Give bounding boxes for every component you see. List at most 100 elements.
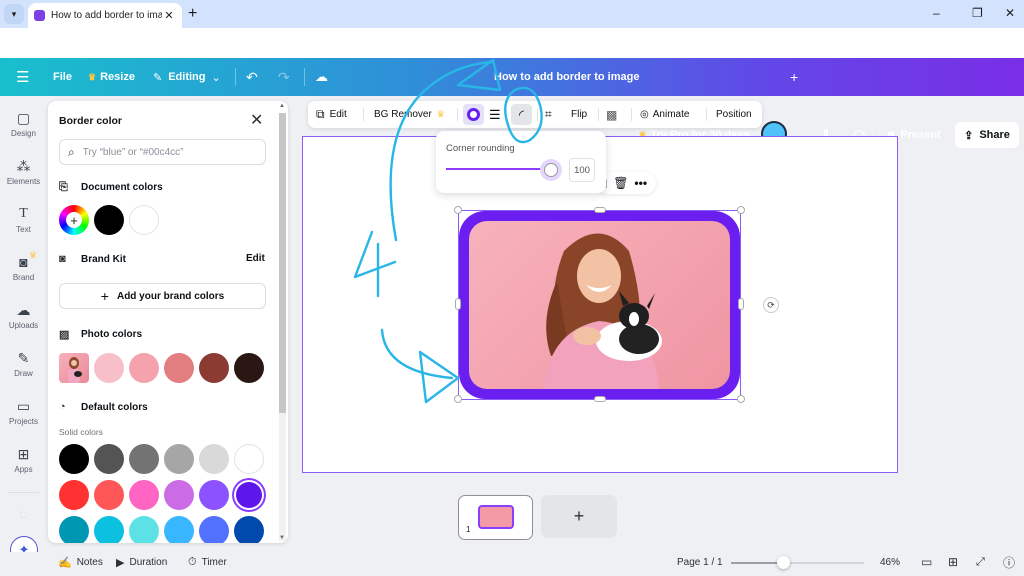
add-collaborator-icon[interactable]: +	[790, 58, 798, 96]
resize-handle-top[interactable]	[594, 207, 606, 213]
browser-tab[interactable]: How to add border to image - I ✕	[28, 3, 182, 28]
page-indicator[interactable]: Page 1 / 1	[677, 552, 723, 572]
color-search-input[interactable]: ⌕ Try “blue” or “#00c4cc”	[59, 139, 266, 165]
solid-color-swatch[interactable]	[199, 444, 229, 474]
chevron-down-icon: ⌄	[211, 71, 221, 84]
solid-color-swatch[interactable]	[164, 444, 194, 474]
bg-remover-button[interactable]: BG Remover ♛	[374, 101, 449, 128]
solid-color-swatch[interactable]	[234, 516, 264, 543]
close-window-icon[interactable]: ✕	[1005, 6, 1015, 20]
photo-color-swatch[interactable]	[94, 353, 124, 383]
document-title[interactable]: How to add border to image	[494, 58, 639, 96]
close-tab-icon[interactable]: ✕	[162, 9, 176, 22]
rotate-handle-icon[interactable]: ⟳	[763, 297, 779, 313]
fullscreen-icon[interactable]: ⤢	[976, 552, 985, 572]
redo-icon[interactable]: ↷	[278, 58, 290, 96]
solid-color-swatch[interactable]	[59, 516, 89, 543]
notes-button[interactable]: ✍ Notes	[58, 552, 103, 572]
new-tab-button[interactable]: +	[188, 5, 197, 23]
rail-item-elements[interactable]: ⁂ Elements	[0, 158, 47, 186]
scroll-up-icon[interactable]: ▲	[279, 103, 285, 109]
close-panel-icon[interactable]: ✕	[250, 110, 263, 130]
photo-color-swatch[interactable]	[164, 353, 194, 383]
brand-kit-edit-link[interactable]: Edit	[246, 253, 265, 264]
rail-item-projects[interactable]: ▭ Projects	[0, 398, 47, 426]
cloud-saved-icon[interactable]: ☁	[315, 58, 328, 96]
woman-with-dog-photo[interactable]	[469, 221, 730, 389]
editing-mode-dropdown[interactable]: ✎ Editing ⌄	[145, 58, 229, 96]
add-page-button[interactable]: +	[541, 495, 617, 538]
animate-button[interactable]: ◎ Animate	[640, 101, 689, 128]
main-menu-icon[interactable]: ☰	[16, 58, 29, 96]
rail-item-draw[interactable]: ✎ Draw	[0, 350, 47, 378]
solid-color-swatch[interactable]	[199, 516, 229, 543]
panel-scrollbar-thumb[interactable]	[279, 113, 286, 413]
solid-color-swatch[interactable]	[129, 444, 159, 474]
solid-color-swatch[interactable]	[59, 480, 89, 510]
border-color-button[interactable]	[463, 104, 484, 125]
brand-kit-heading: ◙ Brand Kit	[59, 253, 126, 265]
document-color-swatch[interactable]	[129, 205, 159, 235]
zoom-percentage[interactable]: 46%	[880, 552, 900, 572]
corner-rounding-button[interactable]: ◜	[511, 104, 532, 125]
zoom-slider-knob[interactable]	[777, 556, 790, 569]
rail-item-apps[interactable]: ⊞ Apps	[0, 446, 47, 474]
divider	[8, 492, 39, 493]
rail-item-design[interactable]: ▢ Design	[0, 110, 47, 138]
timer-button[interactable]: ⏱ Timer	[188, 552, 227, 572]
file-menu[interactable]: File	[45, 58, 80, 96]
more-options-icon[interactable]: •••	[634, 176, 647, 190]
help-icon[interactable]: ⓘ	[1003, 552, 1015, 572]
maximize-icon[interactable]: ❐	[972, 6, 983, 20]
delete-icon[interactable]: 🗑	[613, 176, 628, 190]
resize-handle-bottom-right[interactable]	[737, 395, 745, 403]
add-brand-colors-button[interactable]: + Add your brand colors	[59, 283, 266, 309]
photo-color-swatch[interactable]	[199, 353, 229, 383]
duration-button[interactable]: ▶ Duration	[116, 552, 167, 572]
page-thumbnail[interactable]: 1	[458, 495, 533, 540]
resize-handle-bottom-left[interactable]	[454, 395, 462, 403]
corner-rounding-slider-knob[interactable]	[544, 163, 558, 177]
solid-color-swatch[interactable]	[164, 516, 194, 543]
add-color-button[interactable]: +	[59, 205, 89, 235]
corner-rounding-value-input[interactable]: 100	[569, 158, 595, 182]
solid-color-swatch[interactable]	[129, 480, 159, 510]
border-style-button[interactable]: ☰	[489, 101, 501, 128]
rail-item-uploads[interactable]: ☁ Uploads	[0, 302, 47, 330]
rail-item-text[interactable]: T Text	[0, 206, 47, 234]
resize-handle-top-left[interactable]	[454, 206, 462, 214]
solid-color-swatch[interactable]	[94, 516, 124, 543]
solid-color-swatch[interactable]	[59, 444, 89, 474]
photo-color-swatch[interactable]	[234, 353, 264, 383]
rail-item-placeholder[interactable]: ◌	[0, 506, 47, 525]
resize-handle-top-right[interactable]	[737, 206, 745, 214]
photo-color-swatch[interactable]	[129, 353, 159, 383]
solid-color-swatch[interactable]	[164, 480, 194, 510]
divider	[631, 108, 632, 121]
edit-image-button[interactable]: ⧉ Edit	[316, 101, 347, 128]
solid-color-swatch[interactable]	[94, 444, 124, 474]
resize-handle-right[interactable]	[738, 298, 744, 310]
undo-icon[interactable]: ↶	[246, 58, 258, 96]
solid-color-swatch-selected[interactable]	[234, 480, 264, 510]
crop-button[interactable]: ⌗	[545, 101, 552, 128]
flip-button[interactable]: Flip	[571, 101, 587, 128]
document-color-swatch[interactable]	[94, 205, 124, 235]
rail-item-brand[interactable]: ◙ Brand ♛	[0, 250, 47, 282]
desktop-view-icon[interactable]: ▭	[921, 552, 932, 572]
solid-color-swatch[interactable]	[199, 480, 229, 510]
transparency-button[interactable]: ▩	[606, 101, 617, 128]
resize-handle-left[interactable]	[455, 298, 461, 310]
solid-color-swatch[interactable]	[234, 444, 264, 474]
position-button[interactable]: Position	[716, 101, 752, 128]
zoom-slider-fill	[731, 562, 783, 564]
tab-search-button[interactable]: ▾	[4, 4, 24, 24]
resize-handle-bottom[interactable]	[594, 396, 606, 402]
share-button[interactable]: ⇪ Share	[955, 122, 1019, 148]
solid-color-swatch[interactable]	[94, 480, 124, 510]
scroll-down-icon[interactable]: ▼	[279, 535, 285, 541]
solid-color-swatch[interactable]	[129, 516, 159, 543]
minimize-icon[interactable]: –	[933, 6, 940, 20]
resize-button[interactable]: ♛ Resize	[80, 58, 143, 96]
grid-view-icon[interactable]: ⊞	[948, 552, 958, 572]
